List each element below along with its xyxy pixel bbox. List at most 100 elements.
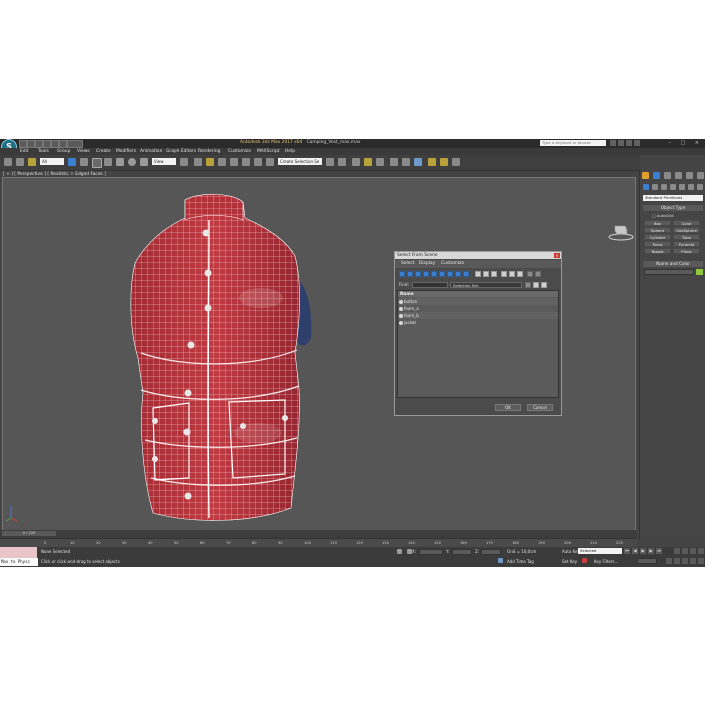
dialog-menu-customize[interactable]: Customize <box>441 260 464 268</box>
display-groups-icon[interactable] <box>447 271 453 277</box>
close-icon[interactable]: × <box>554 253 560 258</box>
select-by-name-icon[interactable] <box>80 158 88 166</box>
bind-space-warp-icon[interactable] <box>28 158 36 166</box>
key-filters-button[interactable]: Key Filters... <box>594 559 618 564</box>
render-setup-icon[interactable] <box>428 158 436 166</box>
pan-view-icon[interactable] <box>682 558 688 564</box>
utilities-tab-icon[interactable] <box>697 172 704 179</box>
select-manipulate-icon[interactable] <box>194 158 202 166</box>
invert-display-icon[interactable] <box>491 271 497 277</box>
hold-icon[interactable] <box>59 140 67 148</box>
go-to-start-icon[interactable]: ⏮ <box>624 548 630 554</box>
menu-customize[interactable]: Customize <box>228 148 251 155</box>
menu-graph-editors[interactable]: Graph Editors <box>166 148 196 155</box>
reference-coordinate-dropdown[interactable]: View <box>152 158 176 165</box>
list-item[interactable]: jacket <box>398 319 558 326</box>
shapes-icon[interactable] <box>652 184 658 190</box>
cylinder-button[interactable]: Cylinder <box>644 234 671 240</box>
tube-button[interactable]: Tube <box>673 234 700 240</box>
column-header-name[interactable]: Name <box>398 291 558 297</box>
display-space-warps-icon[interactable] <box>439 271 445 277</box>
motion-tab-icon[interactable] <box>675 172 682 179</box>
key-icon[interactable] <box>582 558 587 563</box>
hierarchy-tab-icon[interactable] <box>664 172 671 179</box>
y-coordinate-field[interactable] <box>452 549 472 555</box>
geosphere-button[interactable]: GeoSphere <box>673 227 700 233</box>
snaps-toggle-icon[interactable] <box>218 158 226 166</box>
keyboard-shortcut-icon[interactable] <box>206 158 214 166</box>
menu-edit[interactable]: Edit <box>20 148 29 155</box>
lock-selection-icon[interactable] <box>397 549 402 554</box>
menu-maxscript[interactable]: MAXScript <box>257 148 280 155</box>
search-icon[interactable] <box>610 140 616 146</box>
display-geometry-icon[interactable] <box>399 271 405 277</box>
open-file-icon[interactable] <box>27 140 35 148</box>
primitive-category-dropdown[interactable]: Standard Primitives <box>643 195 703 201</box>
display-all-icon[interactable] <box>475 271 481 277</box>
delete-set-icon[interactable] <box>541 282 547 288</box>
window-controls[interactable]: – □ × <box>668 140 703 146</box>
cancel-button[interactable]: Cancel <box>527 404 553 411</box>
ok-button[interactable]: OK <box>495 404 521 411</box>
create-tab-icon[interactable] <box>642 172 649 179</box>
viewcube-icon[interactable] <box>608 220 634 244</box>
cone-button[interactable]: Cone <box>673 220 700 226</box>
filter-icon[interactable] <box>527 271 533 277</box>
schematic-view-icon[interactable] <box>402 158 410 166</box>
menu-group[interactable]: Group <box>57 148 70 155</box>
new-set-icon[interactable] <box>533 282 539 288</box>
unlink-icon[interactable] <box>16 158 24 166</box>
angle-snap-icon[interactable] <box>230 158 238 166</box>
display-tab-icon[interactable] <box>686 172 693 179</box>
name-and-color-rollout[interactable]: Name and Color <box>643 261 703 267</box>
undo-icon[interactable] <box>43 140 51 148</box>
select-object-icon[interactable] <box>68 158 76 166</box>
display-shapes-icon[interactable] <box>407 271 413 277</box>
zoom-extents-icon[interactable] <box>690 548 696 554</box>
save-file-icon[interactable] <box>35 140 43 148</box>
helpers-icon[interactable] <box>679 184 685 190</box>
display-cameras-icon[interactable] <box>423 271 429 277</box>
current-frame-field[interactable] <box>637 558 657 564</box>
add-time-tag[interactable]: Add Time Tag <box>507 559 534 564</box>
rotate-icon[interactable] <box>128 158 136 166</box>
find-input[interactable] <box>412 282 448 288</box>
maximize-viewport-icon[interactable] <box>698 558 704 564</box>
object-name-field[interactable] <box>644 269 694 275</box>
help-icon[interactable] <box>634 140 640 146</box>
edit-named-selection-icon[interactable] <box>266 158 274 166</box>
align-icon[interactable] <box>338 158 346 166</box>
menu-views[interactable]: Views <box>77 148 90 155</box>
object-type-rollout[interactable]: Object Type <box>643 205 703 211</box>
sphere-button[interactable]: Sphere <box>644 227 671 233</box>
field-of-view-icon[interactable] <box>674 558 680 564</box>
named-selection-set-dropdown[interactable]: Create Selection Se <box>278 158 322 165</box>
modify-tab-icon[interactable] <box>653 172 660 179</box>
render-production-icon[interactable] <box>452 158 460 166</box>
dialog-menu-select[interactable]: Select <box>401 260 415 268</box>
time-config-icon[interactable] <box>666 558 672 564</box>
display-bones-icon[interactable] <box>463 271 469 277</box>
curve-editor-icon[interactable] <box>390 158 398 166</box>
spinner-snap-icon[interactable] <box>254 158 262 166</box>
autogrid-checkbox[interactable]: □ AutoGrid <box>652 213 674 218</box>
redo-icon[interactable] <box>51 140 59 148</box>
object-color-swatch[interactable] <box>696 269 703 275</box>
pivot-center-icon[interactable] <box>180 158 188 166</box>
star-icon[interactable] <box>626 140 632 146</box>
dialog-title[interactable]: Select From Scene <box>395 252 561 259</box>
go-to-end-icon[interactable]: ⏭ <box>656 548 662 554</box>
next-frame-icon[interactable]: ▶ <box>648 548 654 554</box>
list-item[interactable]: foam_b <box>398 312 558 319</box>
geometry-icon[interactable] <box>643 184 649 190</box>
menu-rendering[interactable]: Rendering <box>198 148 220 155</box>
material-editor-icon[interactable] <box>414 158 422 166</box>
new-file-icon[interactable] <box>19 140 27 148</box>
maxscript-input[interactable]: Max to Physc <box>0 558 38 566</box>
select-invert-icon[interactable] <box>517 271 523 277</box>
info-icon[interactable] <box>618 140 624 146</box>
pyramid-button[interactable]: Pyramid <box>673 241 700 247</box>
move-icon[interactable] <box>116 158 124 166</box>
mirror-icon[interactable] <box>326 158 334 166</box>
menu-create[interactable]: Create <box>96 148 111 155</box>
